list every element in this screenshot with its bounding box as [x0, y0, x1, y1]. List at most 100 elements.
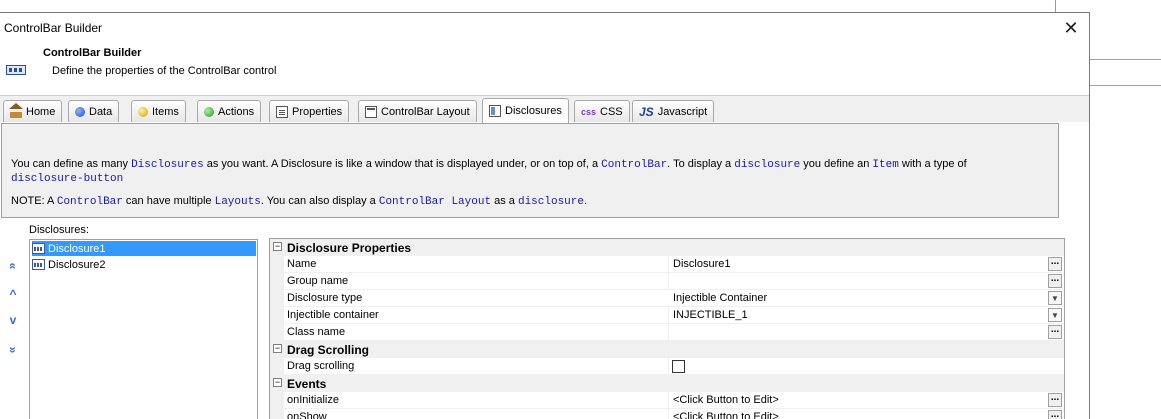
dialog-header: ControlBar Builder Define the properties… — [0, 43, 1089, 95]
dropdown-button[interactable]: ▼ — [1048, 308, 1062, 322]
property-row-injectible-container[interactable]: Injectible container INJECTIBLE_1 ▼ — [270, 307, 1064, 324]
category-events[interactable]: − Events — [270, 375, 1064, 392]
move-down-button[interactable]: v — [7, 314, 19, 326]
property-row-group-name[interactable]: Group name ... — [270, 273, 1064, 290]
tab-strip: Home Data Items Actions Properties Contr… — [0, 95, 1089, 123]
property-row-oninitialize[interactable]: onInitialize <Click Button to Edit> ... — [270, 392, 1064, 409]
property-value[interactable]: INJECTIBLE_1 — [673, 309, 748, 321]
tab-label: Actions — [218, 105, 255, 118]
code-term: Disclosures — [131, 159, 204, 171]
drag-scrolling-checkbox[interactable] — [672, 360, 685, 373]
items-icon — [138, 106, 148, 117]
row-gutter — [270, 273, 284, 290]
tab-javascript[interactable]: JS Javascript — [632, 100, 715, 122]
header-description: Define the properties of the ControlBar … — [52, 65, 277, 77]
info-text: . You can also display a — [260, 195, 379, 207]
chevron-up-icon: ^ — [9, 287, 17, 301]
tab-label: ControlBar Layout — [381, 105, 470, 118]
row-gutter — [270, 324, 284, 341]
info-note-line: NOTE: A ControlBar can have multiple Lay… — [11, 195, 587, 208]
collapse-icon[interactable]: − — [273, 378, 282, 387]
close-icon: ✕ — [1063, 18, 1079, 38]
column-divider — [668, 307, 669, 324]
home-icon — [9, 102, 23, 118]
tab-actions[interactable]: Actions — [197, 100, 262, 122]
property-value[interactable]: <Click Button to Edit> — [673, 394, 779, 406]
property-value[interactable]: <Click Button to Edit> — [673, 411, 779, 419]
property-name: Drag scrolling — [287, 360, 355, 372]
property-row-disclosure-type[interactable]: Disclosure type Injectible Container ▼ — [270, 290, 1064, 307]
ellipsis-button[interactable]: ... — [1048, 325, 1062, 339]
ellipsis-button[interactable]: ... — [1048, 393, 1062, 407]
property-name: Name — [287, 258, 317, 270]
background-window-line — [1090, 85, 1161, 86]
property-row-name[interactable]: Name Disclosure1 ... — [270, 256, 1064, 273]
tab-label: Properties — [292, 105, 343, 118]
collapse-icon[interactable]: − — [273, 344, 282, 353]
row-gutter — [270, 409, 284, 419]
property-grid[interactable]: − Disclosure Properties Name Disclosure1… — [269, 238, 1065, 419]
css-icon: css — [581, 106, 597, 117]
tab-items[interactable]: Items — [131, 100, 186, 122]
row-gutter — [270, 290, 284, 307]
disclosures-icon — [489, 105, 501, 117]
list-item[interactable]: Disclosure2 — [32, 257, 109, 272]
row-gutter — [270, 256, 284, 273]
property-row-drag-scrolling[interactable]: Drag scrolling — [270, 358, 1064, 375]
dropdown-button[interactable]: ▼ — [1048, 291, 1062, 305]
column-divider — [668, 409, 669, 419]
disclosures-list[interactable]: Disclosure1 Disclosure2 — [29, 239, 258, 419]
ellipsis-button[interactable]: ... — [1048, 410, 1062, 419]
tab-label: Items — [152, 105, 179, 118]
tab-properties[interactable]: Properties — [269, 100, 350, 122]
move-up-button[interactable]: ^ — [7, 288, 19, 300]
code-term: disclosure — [734, 159, 801, 171]
property-row-class-name[interactable]: Class name ... — [270, 324, 1064, 341]
info-text: . To display a — [667, 158, 735, 170]
property-row-onshow[interactable]: onShow <Click Button to Edit> ... — [270, 409, 1064, 419]
tab-home[interactable]: Home — [3, 100, 63, 122]
property-value[interactable]: Disclosure1 — [673, 258, 730, 270]
column-divider — [668, 392, 669, 409]
ellipsis-button[interactable]: ... — [1048, 274, 1062, 288]
info-panel: You can define as many Disclosures as yo… — [1, 123, 1059, 218]
actions-icon — [204, 106, 214, 117]
category-disclosure-properties[interactable]: − Disclosure Properties — [270, 239, 1064, 256]
category-drag-scrolling[interactable]: − Drag Scrolling — [270, 341, 1064, 358]
info-text: NOTE: A — [11, 195, 57, 207]
tab-controlbar-layout[interactable]: ControlBar Layout — [358, 100, 477, 122]
disclosure-icon — [32, 259, 45, 270]
tab-css[interactable]: css CSS — [574, 100, 630, 122]
tab-label: Disclosures — [505, 105, 562, 117]
controlbar-builder-dialog: ControlBar Builder ✕ ControlBar Builder … — [0, 12, 1090, 419]
info-text: can have multiple — [122, 195, 215, 207]
code-term: Item — [872, 159, 899, 171]
tab-data[interactable]: Data — [68, 100, 120, 122]
code-term: ControlBar Layout — [378, 196, 492, 208]
window-title: ControlBar Builder — [4, 21, 103, 35]
column-divider — [668, 273, 669, 290]
collapse-icon[interactable]: − — [273, 242, 282, 251]
code-term: disclosure — [517, 196, 584, 208]
double-chevron-down-icon: » — [6, 346, 20, 354]
property-name: Injectible container — [287, 309, 379, 321]
column-divider — [668, 324, 669, 341]
list-item[interactable]: Disclosure1 — [32, 241, 256, 256]
tab-label: Data — [89, 105, 113, 118]
controlbar-icon — [6, 65, 26, 75]
column-divider — [668, 256, 669, 273]
move-top-button[interactable]: « — [6, 260, 20, 272]
code-term: ControlBar — [56, 196, 123, 208]
tab-label: CSS — [600, 105, 623, 118]
move-bottom-button[interactable]: » — [6, 344, 20, 356]
property-value[interactable]: Injectible Container — [673, 292, 767, 304]
close-button[interactable]: ✕ — [1059, 17, 1083, 39]
info-text: . — [583, 195, 588, 207]
info-text-line: You can define as many Disclosures as yo… — [11, 158, 967, 171]
disclosure-icon — [32, 243, 45, 254]
property-name: onShow — [287, 411, 327, 419]
tab-disclosures[interactable]: Disclosures — [482, 98, 569, 123]
ellipsis-button[interactable]: ... — [1048, 257, 1062, 271]
code-term: disclosure-button — [11, 173, 124, 185]
list-item-label: Disclosure1 — [48, 242, 106, 255]
